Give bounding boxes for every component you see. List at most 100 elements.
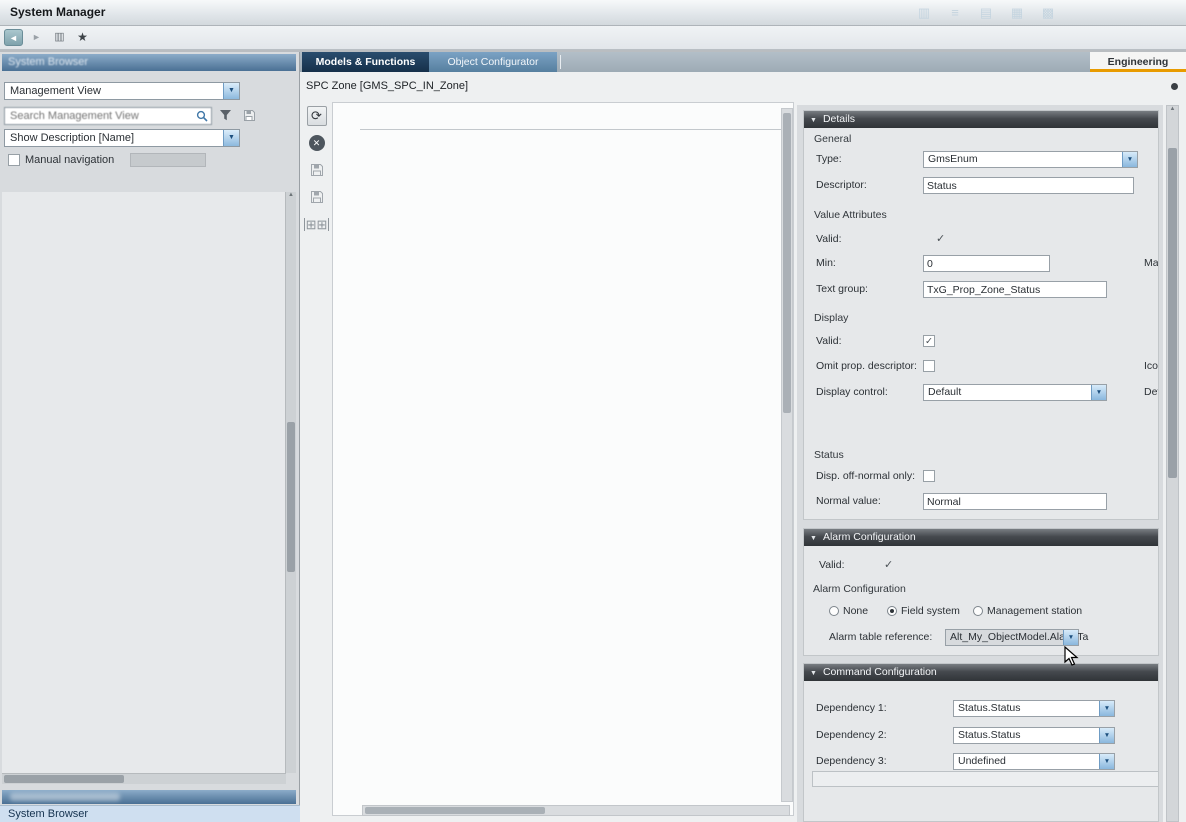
collapse-triangle-icon: ▼: [810, 117, 817, 124]
alarm-table-reference-dropdown[interactable]: Alt_My_ObjectModel.AlarmTa ▼: [945, 629, 1079, 646]
split-view-icon[interactable]: ▤: [976, 4, 996, 22]
dependency1-value: Status.Status: [958, 702, 1020, 714]
system-browser-footer-tab[interactable]: System Browser: [0, 805, 300, 822]
dependency3-dropdown[interactable]: Undefined ▼: [953, 753, 1115, 770]
save-filter-icon[interactable]: [243, 109, 256, 127]
table-vertical-scrollbar[interactable]: [781, 108, 793, 802]
property-grid-zone: [332, 102, 794, 816]
min-input[interactable]: [923, 255, 1050, 272]
command-table: [812, 771, 1159, 787]
alarm-section-header[interactable]: ▼ Alarm Configuration: [804, 529, 1158, 546]
save-icon[interactable]: [307, 160, 327, 180]
normal-value-input[interactable]: [923, 493, 1107, 510]
radio-management-station[interactable]: [973, 606, 983, 616]
command-configuration-section: ▼Command Configuration Dependency 1: Sta…: [803, 663, 1159, 822]
tree-horizontal-scrollbar[interactable]: [2, 773, 286, 784]
disp-off-normal-checkbox[interactable]: [923, 470, 935, 482]
type-value: GmsEnum: [928, 153, 978, 165]
tree-vertical-scrollbar[interactable]: ▲: [285, 192, 296, 773]
chevron-down-icon[interactable]: ▼: [1099, 701, 1114, 716]
group-label-display: Display: [814, 312, 848, 324]
panel-vertical-scrollbar[interactable]: ▲: [1166, 105, 1179, 822]
chevron-down-icon[interactable]: ▼: [1091, 385, 1106, 400]
list-view-icon[interactable]: ≡: [945, 4, 965, 22]
panel-layout-button[interactable]: ▥: [50, 29, 69, 46]
radio-field-system-label: Field system: [901, 605, 960, 617]
scrollbar-thumb[interactable]: [4, 775, 124, 783]
descriptor-label: Descriptor:: [816, 179, 867, 191]
tile-view-icon[interactable]: ▩: [1038, 4, 1058, 22]
scrollbar-thumb[interactable]: [1168, 148, 1177, 478]
group-label-alarm-configuration: Alarm Configuration: [813, 583, 906, 595]
sync-icon[interactable]: ⟳: [307, 106, 327, 126]
description-mode-value: Show Description [Name]: [10, 132, 134, 144]
view-mode-dropdown[interactable]: Management View ▼: [4, 82, 240, 100]
forward-button[interactable]: ►: [27, 29, 46, 46]
default-label-partial: Defa: [1144, 386, 1159, 398]
chevron-down-icon[interactable]: ▼: [223, 83, 239, 99]
save-all-icon[interactable]: [307, 187, 327, 207]
display-control-dropdown[interactable]: Default ▼: [923, 384, 1107, 401]
filter-funnel-icon[interactable]: [219, 109, 232, 127]
table-horizontal-scrollbar[interactable]: [362, 805, 790, 816]
text-group-label: Text group:: [816, 283, 868, 295]
section-title: Alarm Configuration: [823, 531, 916, 543]
configuration-panel: ▼Details General Type: GmsEnum ▼ Descrip…: [797, 105, 1163, 822]
display-control-label: Display control:: [816, 386, 888, 398]
disp-off-normal-label: Disp. off-normal only:: [816, 470, 915, 482]
manual-navigation-checkbox[interactable]: [8, 154, 20, 166]
radio-none[interactable]: [829, 606, 839, 616]
chevron-down-icon[interactable]: ▼: [1099, 728, 1114, 743]
tab-separator: [560, 55, 561, 69]
command-section-header[interactable]: ▼Command Configuration: [804, 664, 1158, 681]
display-valid-checkbox[interactable]: ✓: [923, 335, 935, 347]
command-table-header: [812, 771, 1159, 787]
details-section-header[interactable]: ▼Details: [804, 111, 1158, 128]
icon-label-partial: Icon: [1144, 360, 1159, 372]
alarm-valid-label: Valid:: [819, 559, 845, 571]
favorites-star-button[interactable]: ★: [73, 29, 92, 46]
scrollbar-thumb[interactable]: [287, 422, 295, 572]
search-input[interactable]: [4, 107, 212, 125]
main-content: SPC Zone [GMS_SPC_IN_Zone] ⟳ ✕ ⊞⊞ ▼Detai…: [300, 72, 1186, 822]
collapse-triangle-icon: ▼: [810, 535, 817, 542]
cancel-icon[interactable]: ✕: [307, 133, 327, 153]
dependency1-dropdown[interactable]: Status.Status ▼: [953, 700, 1115, 717]
search-icon[interactable]: [196, 109, 208, 127]
sidebar-header-label: System Browser: [8, 56, 88, 68]
pin-icon[interactable]: [1171, 83, 1178, 90]
scrollbar-thumb[interactable]: [783, 113, 791, 413]
dependency2-dropdown[interactable]: Status.Status ▼: [953, 727, 1115, 744]
description-mode-dropdown[interactable]: Show Description [Name] ▼: [4, 129, 240, 147]
descriptor-input[interactable]: [923, 177, 1134, 194]
table-grid-icon[interactable]: ⊞⊞: [307, 214, 327, 234]
radio-field-system[interactable]: [887, 606, 897, 616]
window-title: System Manager: [10, 5, 105, 19]
chevron-down-icon[interactable]: ▼: [223, 130, 239, 146]
omit-descriptor-checkbox[interactable]: [923, 360, 935, 372]
chevron-down-icon[interactable]: ▼: [1063, 630, 1078, 645]
footer-tab-label: System Browser: [8, 808, 88, 820]
breadcrumb-bar: ◄ ► ▥ ★: [0, 26, 1186, 50]
max-label-partial: Ma: [1144, 257, 1159, 269]
collapsed-panel-header[interactable]: [2, 790, 296, 804]
sidebar-header[interactable]: System Browser: [2, 54, 296, 71]
scrollbar-thumb[interactable]: [365, 807, 545, 814]
tab-models-functions[interactable]: Models & Functions: [302, 52, 429, 72]
tab-engineering[interactable]: Engineering: [1090, 52, 1186, 72]
type-dropdown[interactable]: GmsEnum ▼: [923, 151, 1138, 168]
system-browser-panel: System Browser Management View ▼ Show De…: [0, 52, 300, 822]
chevron-down-icon[interactable]: ▼: [1099, 754, 1114, 769]
main-tab-bar: Models & Functions Object Configurator E…: [300, 52, 1186, 72]
section-title: Command Configuration: [823, 666, 937, 678]
layout-columns-icon[interactable]: ▥: [914, 4, 934, 22]
manual-navigation-label: Manual navigation: [25, 154, 114, 166]
valid-checkmark-icon: ✓: [936, 232, 945, 245]
tab-object-configurator[interactable]: Object Configurator: [429, 52, 557, 72]
back-button[interactable]: ◄: [4, 29, 23, 46]
grid-view-icon[interactable]: ▦: [1007, 4, 1027, 22]
blurred-text: [10, 793, 120, 801]
text-group-input[interactable]: [923, 281, 1107, 298]
chevron-down-icon[interactable]: ▼: [1122, 152, 1137, 167]
title-bar: System Manager ▥ ≡ ▤ ▦ ▩: [0, 0, 1186, 26]
